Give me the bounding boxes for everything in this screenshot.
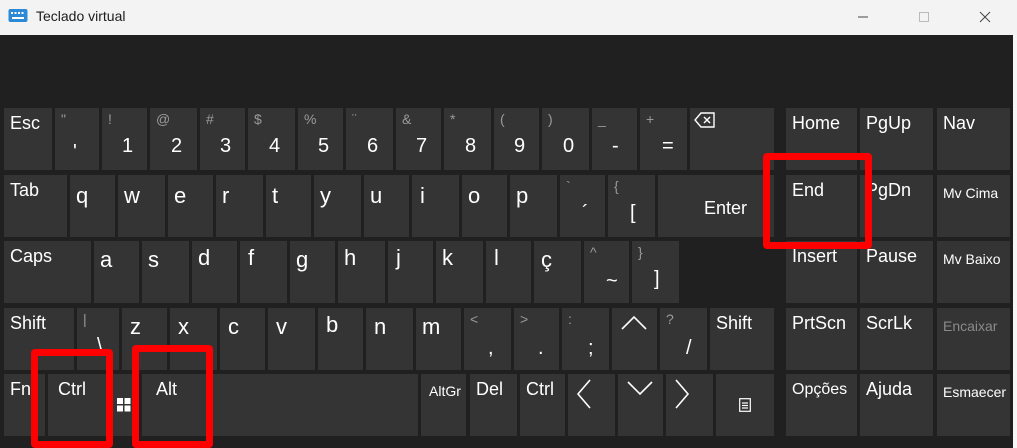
key-opcoes[interactable]: Opções xyxy=(786,374,857,436)
arrow-right-icon xyxy=(675,379,690,409)
key-open-bracket[interactable]: { [ xyxy=(608,175,655,237)
key-r[interactable]: r xyxy=(216,175,263,237)
key-l[interactable]: l xyxy=(486,241,531,303)
key-u[interactable]: u xyxy=(364,175,409,237)
key-5[interactable]: % 5 xyxy=(298,108,343,170)
key-c[interactable]: c xyxy=(220,308,265,370)
highlight-end-key xyxy=(763,153,872,249)
key-arrow-right[interactable] xyxy=(666,374,713,436)
windows-icon xyxy=(117,398,131,412)
key-encaixar[interactable]: Encaixar xyxy=(937,308,1010,370)
title-bar: Teclado virtual xyxy=(0,0,1017,35)
key-enter[interactable]: Enter xyxy=(658,175,774,237)
key-9[interactable]: ( 9 xyxy=(494,108,539,170)
key-k[interactable]: k xyxy=(436,241,483,303)
key-g[interactable]: g xyxy=(290,241,335,303)
key-pause[interactable]: Pause xyxy=(860,241,933,303)
arrow-up-icon xyxy=(621,315,647,330)
key-c-cedilla[interactable]: ç xyxy=(534,241,581,303)
maximize-icon xyxy=(919,11,929,22)
key-q[interactable]: q xyxy=(70,175,115,237)
key-nav[interactable]: Nav xyxy=(937,108,1010,170)
key-scrlk[interactable]: ScrLk xyxy=(860,308,933,370)
key-esmaecer[interactable]: Esmaecer xyxy=(937,374,1010,436)
key-close-bracket[interactable]: } ] xyxy=(632,241,679,303)
keyboard-app-icon xyxy=(8,9,28,22)
key-arrow-left[interactable] xyxy=(568,374,615,436)
key-2[interactable]: @ 2 xyxy=(150,108,197,170)
key-tab[interactable]: Tab xyxy=(4,175,67,237)
key-3[interactable]: # 3 xyxy=(200,108,245,170)
key-n[interactable]: n xyxy=(366,308,413,370)
key-ajuda[interactable]: Ajuda xyxy=(860,374,933,436)
arrow-left-icon xyxy=(576,379,591,409)
key-period[interactable]: > . xyxy=(514,308,559,370)
key-del[interactable]: Del xyxy=(470,374,517,436)
key-shift-right[interactable]: Shift xyxy=(710,308,774,370)
key-7[interactable]: & 7 xyxy=(396,108,441,170)
key-s[interactable]: s xyxy=(142,241,189,303)
key-apostrophe[interactable]: " ' xyxy=(55,108,99,170)
key-d[interactable]: d xyxy=(192,241,237,303)
key-t[interactable]: t xyxy=(266,175,311,237)
key-e[interactable]: e xyxy=(168,175,213,237)
key-v[interactable]: v xyxy=(268,308,315,370)
key-mv-cima[interactable]: Mv Cima xyxy=(937,175,1010,237)
key-f[interactable]: f xyxy=(240,241,287,303)
context-menu-icon xyxy=(739,398,751,412)
key-tilde[interactable]: ^ ~ xyxy=(584,241,629,303)
key-b[interactable]: b xyxy=(318,308,363,370)
window-edge xyxy=(1013,35,1017,448)
key-1[interactable]: ! 1 xyxy=(102,108,147,170)
key-a[interactable]: a xyxy=(94,241,139,303)
key-slash[interactable]: ? / xyxy=(660,308,707,370)
key-o[interactable]: o xyxy=(462,175,507,237)
key-0[interactable]: ) 0 xyxy=(542,108,589,170)
key-comma[interactable]: < , xyxy=(464,308,511,370)
minimize-button[interactable] xyxy=(840,0,886,33)
close-button[interactable] xyxy=(962,0,1008,33)
key-arrow-up[interactable] xyxy=(612,308,657,370)
backspace-icon xyxy=(694,112,715,128)
key-minus[interactable]: _ - xyxy=(592,108,637,170)
key-semicolon[interactable]: : ; xyxy=(562,308,609,370)
key-p[interactable]: p xyxy=(510,175,557,237)
key-prtscn[interactable]: PrtScn xyxy=(786,308,857,370)
key-caps[interactable]: Caps xyxy=(4,241,91,303)
key-j[interactable]: j xyxy=(388,241,433,303)
arrow-down-icon xyxy=(627,381,653,396)
key-4[interactable]: $ 4 xyxy=(248,108,295,170)
key-6[interactable]: ¨ 6 xyxy=(346,108,393,170)
key-h[interactable]: h xyxy=(338,241,385,303)
window-title: Teclado virtual xyxy=(36,8,126,24)
key-mv-baixo[interactable]: Mv Baixo xyxy=(937,241,1010,303)
key-w[interactable]: w xyxy=(118,175,165,237)
key-ctrl-right[interactable]: Ctrl xyxy=(520,374,565,436)
key-context-menu[interactable] xyxy=(716,374,774,436)
key-equals[interactable]: + = xyxy=(640,108,687,170)
maximize-button xyxy=(901,0,947,33)
highlight-alt-key xyxy=(132,345,213,448)
key-y[interactable]: y xyxy=(314,175,361,237)
key-insert[interactable]: Insert xyxy=(786,241,857,303)
key-altgr[interactable]: AltGr xyxy=(421,374,466,436)
minimize-icon xyxy=(858,16,868,17)
close-icon xyxy=(979,11,991,22)
key-backspace[interactable] xyxy=(690,108,774,170)
key-arrow-down[interactable] xyxy=(618,374,663,436)
key-esc[interactable]: Esc xyxy=(4,108,52,170)
key-8[interactable]: * 8 xyxy=(444,108,491,170)
key-m[interactable]: m xyxy=(416,308,461,370)
key-i[interactable]: i xyxy=(412,175,459,237)
highlight-ctrl-key xyxy=(31,349,113,448)
key-acute[interactable]: ` ´ xyxy=(560,175,605,237)
